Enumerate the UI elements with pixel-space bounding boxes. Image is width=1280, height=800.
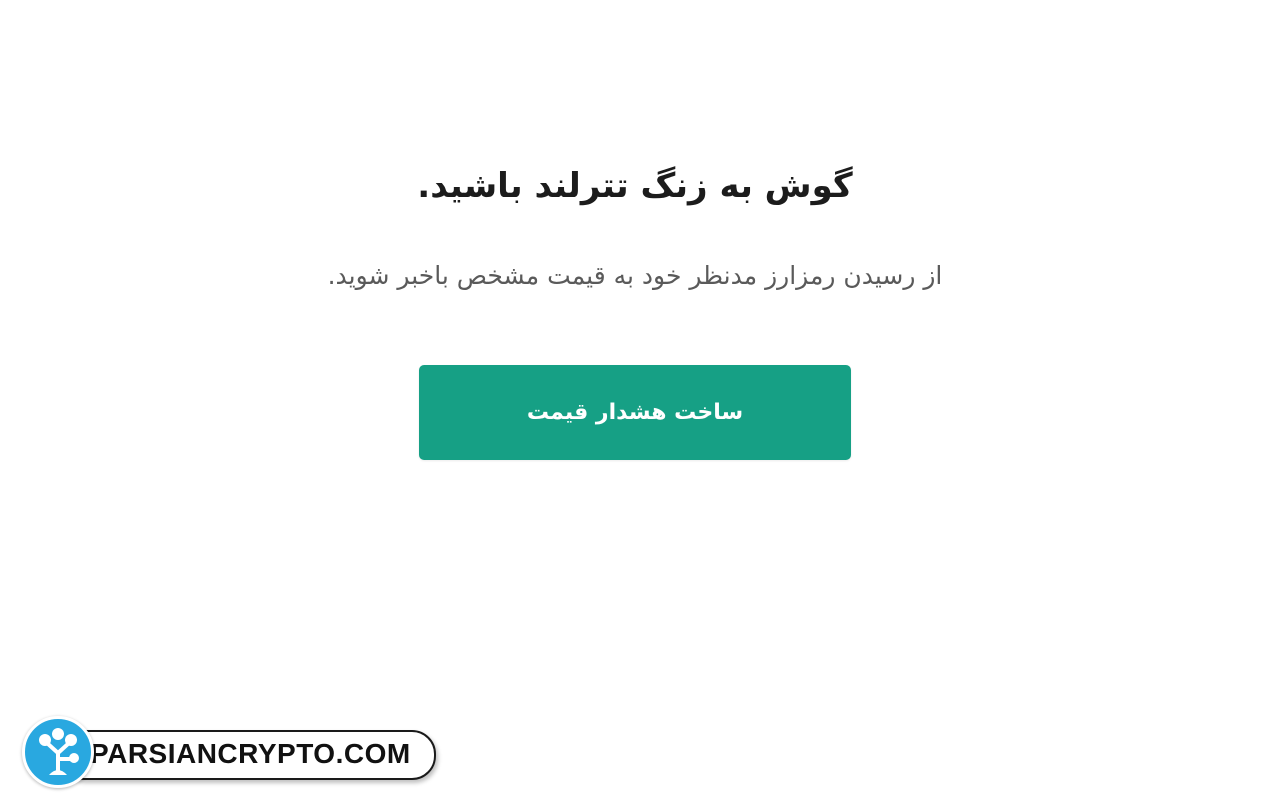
watermark-text: PARSIANCRYPTO.COM	[90, 738, 411, 769]
watermark-logo: PARSIANCRYPTO.COM	[20, 716, 436, 788]
promo-headline: گوش به زنگ تترلند باشید.	[417, 166, 853, 206]
tree-network-icon	[22, 716, 94, 788]
create-price-alert-label: ساخت هشدار قیمت	[526, 400, 744, 425]
create-price-alert-button[interactable]: ساخت هشدار قیمت	[419, 365, 851, 460]
promo-description: از رسیدن رمزارز مدنظر خود به قیمت مشخص ب…	[327, 261, 943, 290]
price-alert-promo: گوش به زنگ تترلند باشید. از رسیدن رمزارز…	[0, 0, 1280, 800]
